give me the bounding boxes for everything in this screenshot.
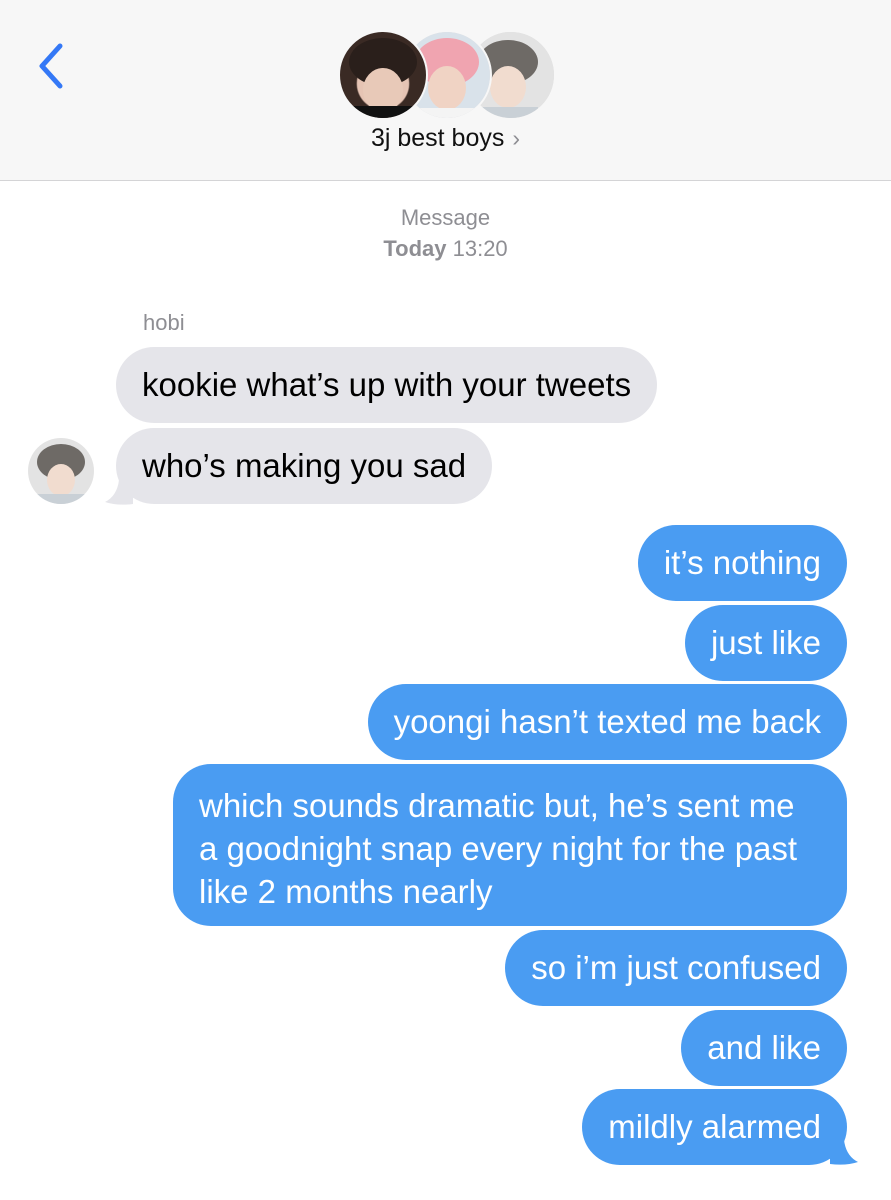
chevron-left-icon [39, 43, 63, 89]
outgoing-message[interactable]: it’s nothing [637, 525, 847, 601]
avatar[interactable] [28, 438, 94, 504]
message-timestamp: Today 13:20 [0, 236, 891, 262]
outgoing-message[interactable]: which sounds dramatic but, he’s sent me … [173, 764, 847, 926]
group-name: 3j best boys [370, 124, 505, 152]
bubble-tail [830, 1140, 858, 1165]
outgoing-message[interactable]: mildly alarmed [582, 1089, 847, 1165]
message-label: Message [400, 205, 491, 230]
outgoing-message[interactable]: and like [681, 1010, 847, 1086]
incoming-message[interactable]: who’s making you sad [116, 428, 493, 504]
sender-name: hobi [143, 310, 185, 335]
group-title[interactable]: 3j best boys › [0, 124, 891, 153]
timestamp-day: Today [383, 236, 447, 261]
chevron-right-icon: › [512, 125, 521, 151]
outgoing-message[interactable]: so i’m just confused [505, 930, 847, 1006]
outgoing-message[interactable]: yoongi hasn’t texted me back [367, 684, 847, 760]
back-button[interactable] [26, 38, 76, 94]
group-avatars[interactable] [338, 30, 556, 120]
timestamp-time: 13:20 [452, 236, 508, 261]
bubble-tail [105, 480, 133, 505]
outgoing-message[interactable]: just like [684, 605, 847, 681]
incoming-message[interactable]: kookie what’s up with your tweets [116, 347, 658, 423]
avatar [338, 30, 428, 120]
navigation-bar: 3j best boys › [0, 0, 891, 181]
